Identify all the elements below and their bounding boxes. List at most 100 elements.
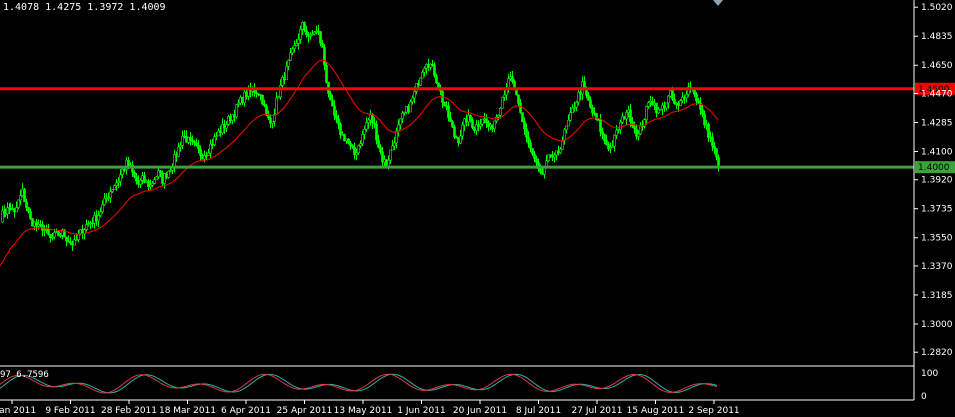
candle-body xyxy=(539,168,542,173)
candle-body xyxy=(123,168,126,171)
candle-body xyxy=(517,94,520,104)
candle-body xyxy=(409,101,412,113)
candle-body xyxy=(17,199,20,208)
y-tick-label: 1.4650 xyxy=(921,61,953,71)
candle-body xyxy=(589,99,592,108)
y-tick-label: 1.3185 xyxy=(921,291,953,301)
candle-body xyxy=(239,97,242,104)
candle-body xyxy=(567,119,570,127)
candle-body xyxy=(227,116,230,125)
candle-body xyxy=(41,224,44,231)
candle-body xyxy=(397,124,400,132)
candle-body xyxy=(65,236,68,242)
candle-body xyxy=(525,128,528,138)
ohlc-readout: 1.4078 1.4275 1.3972 1.4009 xyxy=(3,2,166,13)
candle-body xyxy=(135,176,138,182)
candle-body xyxy=(101,204,104,213)
candle-body xyxy=(671,90,674,100)
candle-body xyxy=(521,112,524,123)
candle-body xyxy=(619,122,622,130)
candle-body xyxy=(527,136,530,144)
candle-body xyxy=(391,145,394,151)
candle-body xyxy=(387,159,390,167)
candle-body xyxy=(293,45,296,49)
candle-body xyxy=(231,114,234,121)
candle-body xyxy=(461,124,464,137)
candle-body xyxy=(87,223,90,225)
candle-body xyxy=(261,94,264,105)
candle-body xyxy=(645,106,648,120)
candle-body xyxy=(349,142,352,147)
candle-body xyxy=(137,180,140,185)
candle-body xyxy=(13,208,16,213)
candle-body xyxy=(199,148,202,156)
candle-body xyxy=(6,207,9,215)
candle-body xyxy=(379,146,382,153)
candle-body xyxy=(169,170,172,172)
candle-body xyxy=(213,136,216,145)
candle-body xyxy=(241,97,244,103)
x-tick-label: 20 Jun 2011 xyxy=(453,406,507,416)
y-tick-label: 1.4285 xyxy=(921,118,953,128)
candle-body xyxy=(69,241,72,244)
candle-body xyxy=(297,39,300,44)
candle-body xyxy=(183,135,186,138)
candle-body xyxy=(93,214,96,224)
candle-body xyxy=(701,109,704,115)
candle-body xyxy=(15,207,18,213)
candle-body xyxy=(287,59,290,67)
candle-body xyxy=(563,129,566,141)
y-tick-label: 1.3370 xyxy=(921,262,953,272)
candle-body xyxy=(695,93,698,102)
candle-body xyxy=(595,113,598,120)
candle-body xyxy=(363,129,366,135)
candle-body xyxy=(479,123,482,127)
candle-body xyxy=(153,179,156,184)
candle-body xyxy=(469,115,472,121)
candle-body xyxy=(223,124,226,129)
candle-body xyxy=(221,124,224,134)
candle-body xyxy=(157,170,160,178)
candle-body xyxy=(303,22,306,31)
candle-body xyxy=(399,118,402,126)
candle-body xyxy=(225,124,228,129)
y-tick-label: 1.4470 xyxy=(921,89,953,99)
candle-body xyxy=(145,180,148,183)
candle-body xyxy=(245,91,248,97)
candle-body xyxy=(75,239,78,241)
candle-body xyxy=(4,213,7,216)
candle-body xyxy=(105,198,108,200)
candle-body xyxy=(159,170,162,174)
candle-body xyxy=(633,125,636,130)
candle-body xyxy=(211,143,214,146)
candle-body xyxy=(713,145,716,150)
price-chart[interactable]: 1.45001.4000 1.50201.48351.46501.44701.4… xyxy=(0,0,955,417)
candle-body xyxy=(703,113,706,126)
candle-body xyxy=(179,145,182,148)
x-tick-label: 6 Apr 2011 xyxy=(221,406,271,416)
candle-body xyxy=(587,95,590,101)
candle-body xyxy=(711,136,714,147)
candle-body xyxy=(107,197,110,200)
candle-body xyxy=(629,109,632,122)
candle-body xyxy=(485,118,488,124)
candle-body xyxy=(67,240,70,243)
y-tick-label: 1.4100 xyxy=(921,147,953,157)
candle-body xyxy=(147,180,150,188)
candle-body xyxy=(401,112,404,119)
candle-body xyxy=(419,77,422,86)
candle-body xyxy=(433,64,436,77)
candle-body xyxy=(243,91,246,103)
candle-body xyxy=(121,168,124,176)
candle-body xyxy=(717,156,720,166)
candle-body xyxy=(511,76,514,82)
indicator-readout: 97 6.7596 xyxy=(0,370,49,380)
candle-body xyxy=(553,154,556,158)
y-tick-label: 1.2820 xyxy=(921,348,953,358)
candle-body xyxy=(111,189,114,192)
candle-body xyxy=(265,105,268,116)
candle-body xyxy=(647,102,650,107)
candle-body xyxy=(329,93,332,101)
support-price-label: 1.4000 xyxy=(918,163,950,173)
candle-body xyxy=(529,142,532,149)
